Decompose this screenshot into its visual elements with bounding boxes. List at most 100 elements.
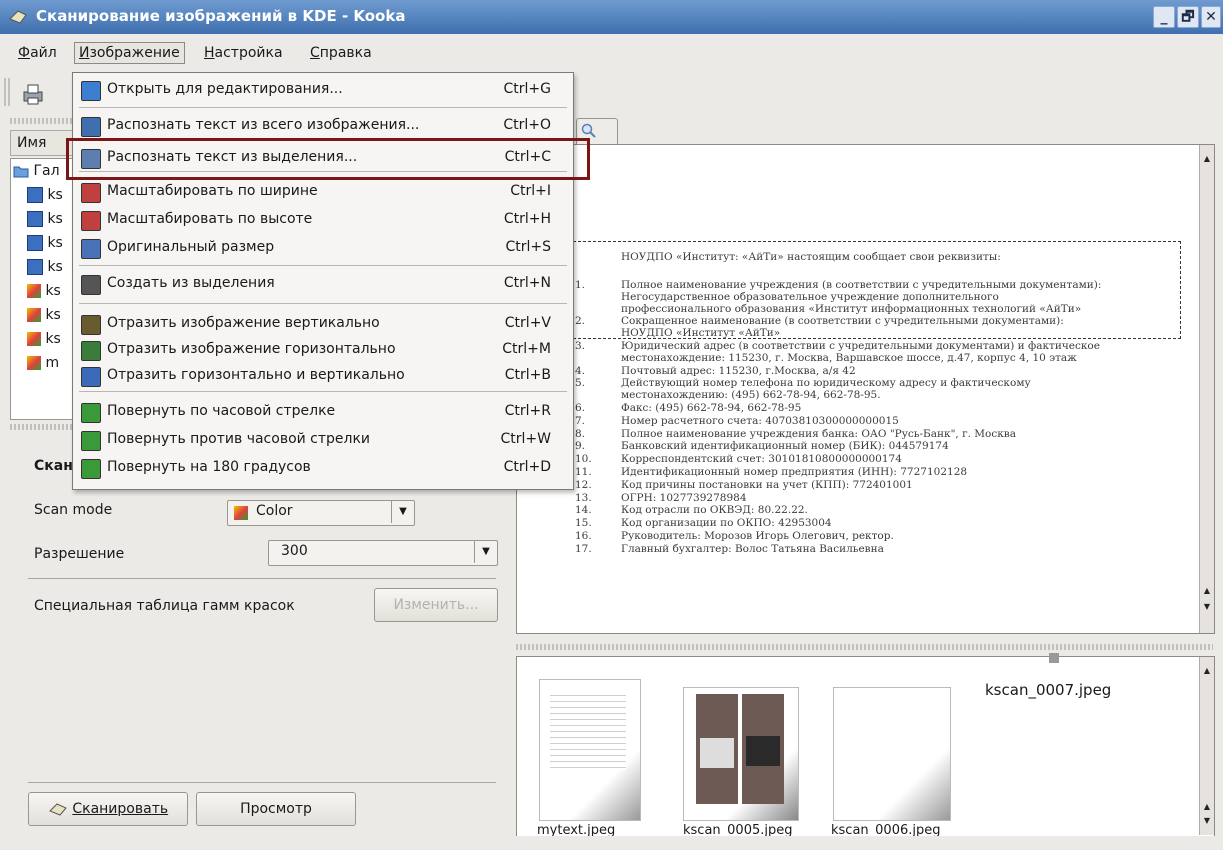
rotate-ccw-icon [81, 431, 101, 451]
doc-line: Полное наименование учреждения (в соотве… [621, 279, 1102, 291]
menu-item[interactable]: Оригинальный размер Ctrl+S [73, 235, 573, 261]
doc-line: Банковский идентификационный номер (БИК)… [621, 440, 949, 453]
gamma-edit-button[interactable]: Изменить... [374, 588, 498, 622]
doc-line: Руководитель: Морозов Игорь Олегович, ре… [621, 530, 894, 542]
open-edit-icon [81, 81, 101, 101]
doc-line: местонахождение: 115230, г. Москва, Варш… [621, 351, 1077, 364]
menu-help[interactable]: Справка [306, 43, 376, 63]
menu-item-shortcut: Ctrl+R [504, 403, 551, 419]
scroll-up-icon[interactable]: ▲ [1201, 665, 1213, 677]
menu-item-label: Распознать текст из всего изображения... [107, 117, 420, 133]
doc-line: Код отрасли по ОКВЭД: 80.22.22. [621, 504, 808, 517]
menu-separator [79, 107, 567, 108]
doc-item-number: 17. [575, 542, 592, 555]
tree-root[interactable]: Гал [13, 163, 60, 179]
doc-item-number: 10. [575, 453, 592, 466]
thumbnail-label: kscan_0007.jpeg [985, 681, 1112, 699]
tree-item[interactable]: ks [27, 235, 63, 251]
menu-item[interactable]: Отразить горизонтально и вертикально Ctrl… [73, 363, 573, 389]
thumbnail[interactable] [833, 687, 951, 821]
menu-image[interactable]: Изображение [74, 42, 185, 64]
window-title: Сканирование изображений в KDE - Kooka [36, 7, 406, 25]
splitter[interactable] [516, 644, 1213, 650]
thumbnail[interactable] [539, 679, 641, 821]
menu-item-label: Создать из выделения [107, 275, 275, 291]
color-mode-icon [234, 506, 248, 520]
doc-item-number: 9. [575, 440, 586, 453]
doc-line: Негосударственное образовательное учрежд… [621, 290, 999, 303]
menu-item[interactable]: Масштабировать по ширине Ctrl+I [73, 179, 573, 205]
scroll-up-icon[interactable]: ▲ [1201, 801, 1213, 813]
menu-item[interactable]: Повернуть против часовой стрелки Ctrl+W [73, 427, 573, 453]
scan-mode-select[interactable]: Color ▼ [227, 500, 415, 526]
toolbar-handle [4, 78, 10, 106]
resolution-label: Разрешение [34, 546, 125, 562]
save-file-icon [27, 235, 43, 251]
menu-item-shortcut: Ctrl+G [503, 81, 552, 97]
resolution-select[interactable]: 300 ▼ [268, 540, 498, 566]
doc-line: Полное наименование учреждения банка: ОА… [621, 427, 1016, 440]
menu-item-label: Масштабировать по высоте [107, 211, 313, 227]
tree-item[interactable]: ks [27, 307, 61, 323]
scan-button[interactable]: Сканировать [28, 792, 188, 826]
tree-item[interactable]: m [27, 355, 59, 371]
minimize-button[interactable]: _ [1153, 6, 1175, 28]
menu-item-shortcut: Ctrl+N [503, 275, 551, 291]
tree-item[interactable]: ks [27, 211, 63, 227]
menu-item[interactable]: Отразить изображение горизонтально Ctrl+M [73, 337, 573, 363]
scroll-down-icon[interactable]: ▼ [1201, 815, 1213, 827]
menu-item[interactable]: Открыть для редактирования... Ctrl+G [73, 77, 573, 103]
tree-item[interactable]: ks [27, 187, 63, 203]
close-button[interactable]: ✕ [1201, 6, 1221, 28]
divider [28, 578, 496, 579]
menu-separator [79, 265, 567, 266]
vertical-scrollbar[interactable]: ▲ ▲ ▼ [1199, 145, 1214, 633]
image-file-icon [27, 356, 41, 370]
scroll-up-icon[interactable]: ▲ [1201, 153, 1213, 165]
scale-width-icon [81, 183, 101, 203]
image-file-icon [27, 284, 41, 298]
menu-item-shortcut: Ctrl+O [503, 117, 551, 133]
tree-item[interactable]: ks [27, 283, 61, 299]
maximize-button[interactable]: 🗗 [1177, 6, 1199, 28]
menu-item-label: Оригинальный размер [107, 239, 275, 255]
menu-settings[interactable]: Настройка [200, 43, 287, 63]
scan-mode-value: Color [256, 503, 293, 519]
title-bar: Сканирование изображений в KDE - Kooka _… [0, 0, 1223, 34]
menu-item[interactable]: Отразить изображение вертикально Ctrl+V [73, 311, 573, 337]
menu-item[interactable]: Распознать текст из всего изображения...… [73, 113, 573, 139]
doc-item-number: 14. [575, 504, 592, 517]
chevron-down-icon: ▼ [391, 501, 414, 523]
flip-both-icon [81, 367, 101, 387]
doc-line: Код причины постановки на учет (КПП): 77… [621, 478, 913, 491]
tree-item[interactable]: ks [27, 259, 63, 275]
menu-item-shortcut: Ctrl+V [504, 315, 551, 331]
menu-item[interactable]: Повернуть по часовой стрелке Ctrl+R [73, 399, 573, 425]
gamma-label: Специальная таблица гамм красок [34, 598, 295, 614]
menu-item-shortcut: Ctrl+S [505, 239, 551, 255]
menu-item[interactable]: Повернуть на 180 градусов Ctrl+D [73, 455, 573, 481]
scroll-up-icon[interactable]: ▲ [1201, 585, 1213, 597]
scroll-down-icon[interactable]: ▼ [1201, 601, 1213, 613]
doc-line: Идентификационный номер предприятия (ИНН… [621, 466, 968, 478]
tree-item[interactable]: ks [27, 331, 61, 347]
menu-file[interactable]: Файл [14, 43, 61, 63]
doc-item-number: 1. [575, 279, 586, 291]
vertical-scrollbar[interactable]: ▲ ▲ ▼ [1199, 657, 1214, 835]
menu-item-label: Отразить изображение горизонтально [107, 341, 396, 357]
preview-button[interactable]: Просмотр [196, 792, 356, 826]
print-icon[interactable] [20, 82, 46, 106]
thumbnail[interactable] [683, 687, 799, 821]
doc-line: Факс: (495) 662-78-94, 662-78-95 [621, 402, 802, 414]
menu-item-label: Отразить горизонтально и вертикально [107, 367, 405, 383]
image-viewer[interactable]: НОУДПО «Институт: «АйТи» настоящим сообщ… [516, 144, 1215, 634]
doc-item-number: 6. [575, 402, 586, 414]
menu-separator [79, 391, 567, 392]
menu-item-label: Повернуть против часовой стрелки [107, 431, 371, 447]
doc-item-number: 12. [575, 478, 592, 491]
doc-item-number: 11. [575, 466, 592, 478]
menu-item[interactable]: Масштабировать по высоте Ctrl+H [73, 207, 573, 233]
doc-item-number: 13. [575, 491, 592, 504]
thumbnail[interactable] [1049, 653, 1059, 663]
menu-item[interactable]: Создать из выделения Ctrl+N [73, 271, 573, 297]
